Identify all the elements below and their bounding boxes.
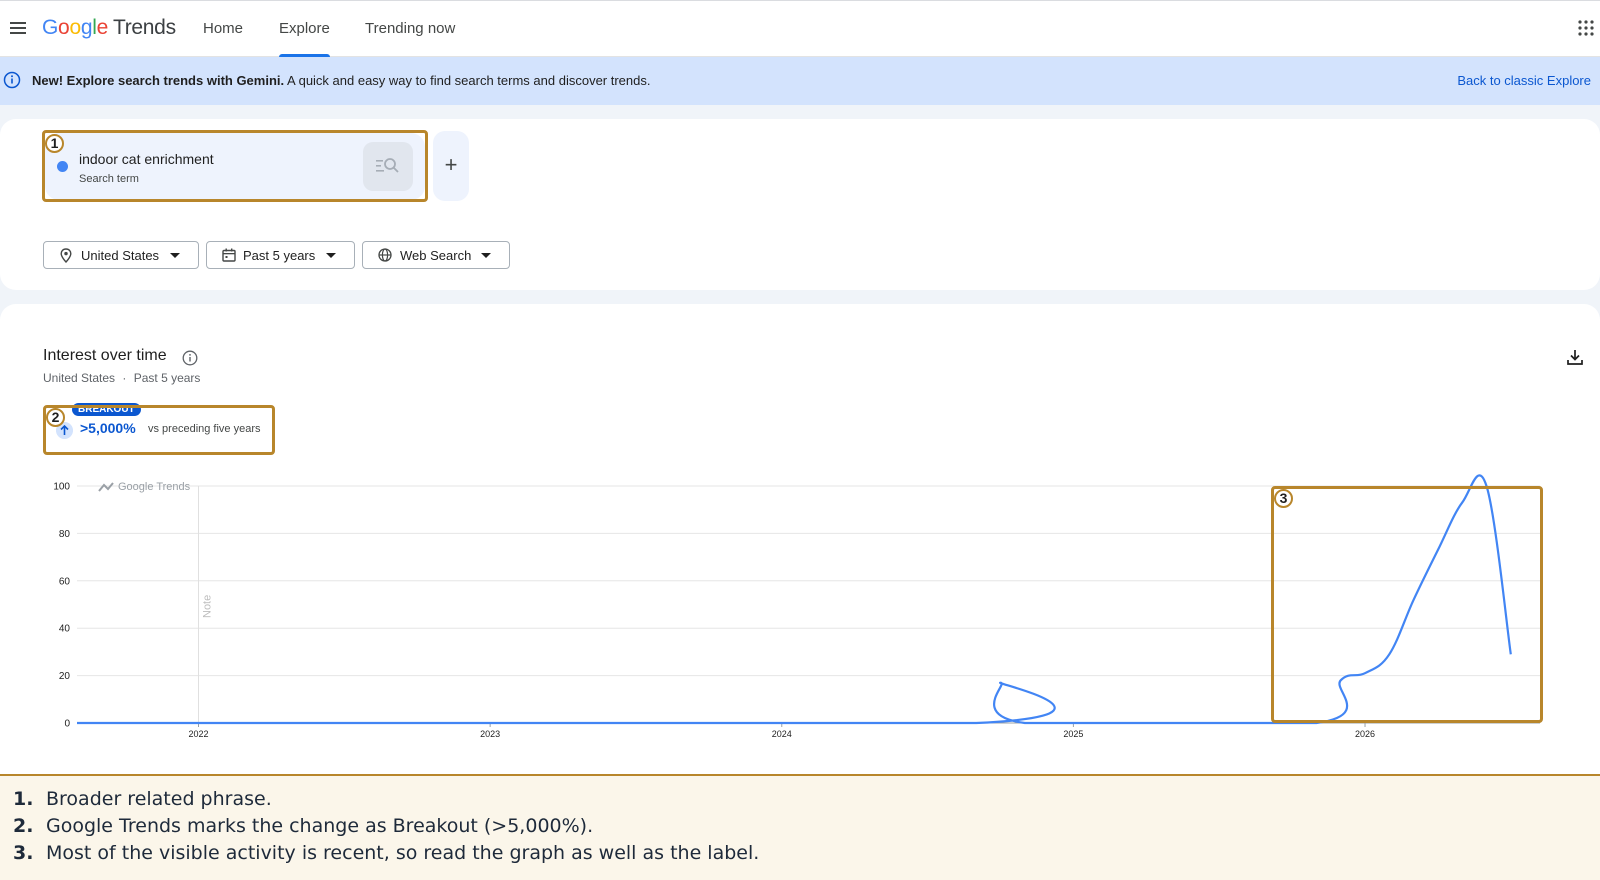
subtitle-separator: · [122, 371, 127, 385]
y-tick-label: 0 [64, 719, 70, 730]
location-filter[interactable]: United States [43, 241, 199, 269]
globe-icon [378, 248, 392, 262]
time-range-filter[interactable]: Past 5 years [206, 241, 355, 269]
note-1-number: 1. [13, 788, 34, 810]
note-2-text: Google Trends marks the change as Breako… [46, 815, 594, 837]
interest-over-time-subtitle: United States · Past 5 years [43, 371, 200, 385]
y-tick-label: 20 [59, 671, 71, 682]
nav-trending-now[interactable]: Trending now [365, 1, 455, 57]
logo-letter: G [42, 16, 59, 39]
note-3-number: 3. [13, 842, 34, 864]
y-tick-label: 40 [59, 624, 71, 635]
x-tick-label: 2026 [1355, 729, 1375, 739]
note-3-text: Most of the visible activity is recent, … [46, 842, 760, 864]
annotation-number-1: 1 [45, 134, 64, 153]
time-range-filter-label: Past 5 years [243, 248, 316, 263]
subtitle-time: Past 5 years [133, 371, 201, 385]
y-tick-label: 100 [53, 482, 70, 493]
logo-google: Google [42, 16, 108, 39]
gemini-banner: New! Explore search trends with Gemini. … [0, 57, 1600, 105]
subtitle-location: United States [43, 371, 116, 385]
chevron-down-icon [170, 253, 180, 258]
annotation-number-3: 3 [1274, 489, 1293, 508]
back-to-classic-link[interactable]: Back to classic Explore [1457, 73, 1591, 88]
x-tick-label: 2024 [772, 729, 792, 739]
x-tick-label: 2022 [188, 729, 208, 739]
nav-home[interactable]: Home [203, 1, 243, 57]
chevron-down-icon [481, 253, 491, 258]
chart-watermark: Google Trends [118, 481, 191, 493]
annotation-box-2 [43, 405, 275, 455]
note-2-number: 2. [13, 815, 34, 837]
banner-text: New! Explore search trends with Gemini. … [32, 73, 650, 88]
annotation-notes: 1. Broader related phrase. 2. Google Trend… [0, 774, 1600, 880]
note-2: 2. Google Trends marks the change as Brea… [13, 815, 593, 837]
note-label: Note [202, 595, 214, 618]
banner-description: A quick and easy way to find search term… [284, 73, 651, 88]
location-pin-icon [60, 248, 72, 263]
note-1: 1. Broader related phrase. [13, 788, 272, 810]
google-trends-logo[interactable]: Google Trends [42, 16, 176, 40]
nav-explore[interactable]: Explore [279, 1, 330, 57]
trend-icon [98, 482, 114, 492]
note-3: 3. Most of the visible activity is recent… [13, 842, 759, 864]
note-1-text: Broader related phrase. [46, 788, 272, 810]
info-icon[interactable] [182, 350, 198, 366]
annotation-number-2: 2 [46, 408, 65, 427]
annotation-box-3 [1271, 486, 1543, 723]
menu-icon[interactable] [8, 18, 28, 38]
logo-letter: o [69, 16, 81, 39]
annotation-box-1 [42, 130, 428, 202]
info-icon [3, 71, 21, 89]
y-tick-label: 60 [59, 576, 71, 587]
x-tick-label: 2023 [480, 729, 500, 739]
add-comparison-button[interactable]: + [433, 131, 469, 201]
apps-grid-icon[interactable] [1578, 20, 1594, 36]
logo-trends: Trends [112, 16, 176, 39]
download-icon[interactable] [1566, 348, 1584, 366]
banner-bold-text: New! Explore search trends with Gemini. [32, 73, 285, 88]
search-property-filter-label: Web Search [400, 248, 472, 263]
chevron-down-icon [326, 253, 336, 258]
calendar-icon [222, 248, 236, 262]
x-tick-label: 2025 [1063, 729, 1083, 739]
logo-letter: o [58, 16, 70, 39]
logo-letter: g [80, 16, 93, 39]
interest-over-time-title: Interest over time [43, 347, 167, 364]
logo-letter: e [96, 16, 109, 39]
location-filter-label: United States [81, 248, 160, 263]
top-bar: Google Trends Home Explore Trending now [0, 0, 1600, 57]
search-property-filter[interactable]: Web Search [362, 241, 510, 269]
y-tick-label: 80 [59, 529, 71, 540]
